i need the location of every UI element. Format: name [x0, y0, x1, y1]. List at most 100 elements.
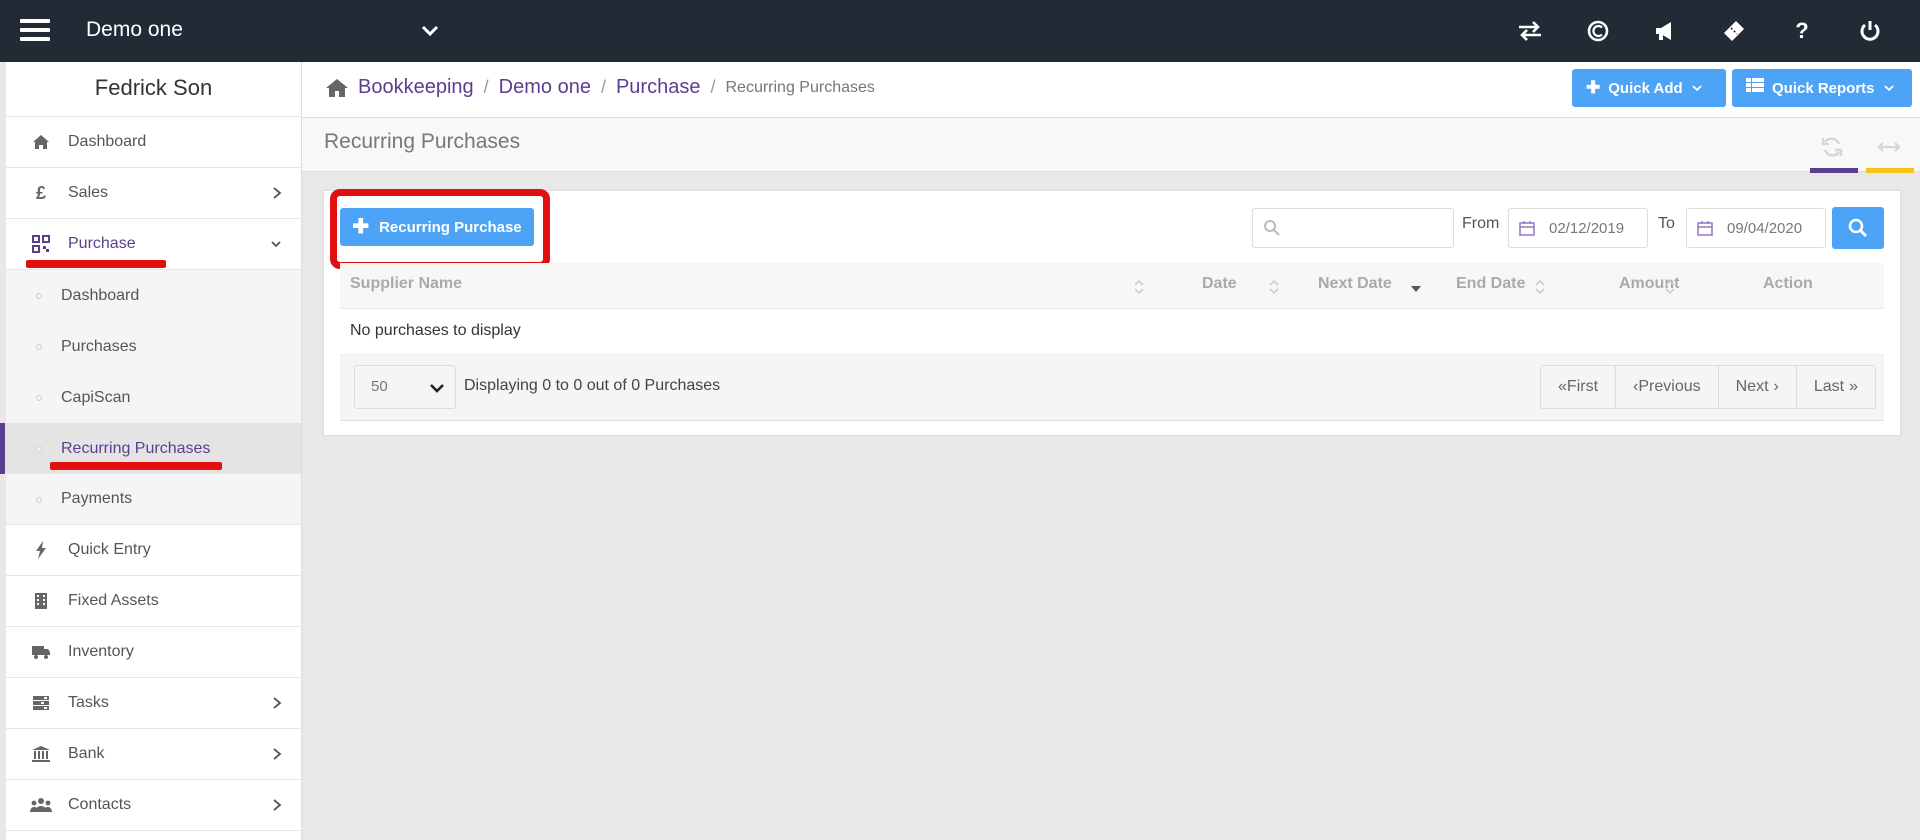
chevron-right-icon [273, 799, 282, 811]
breadcrumb-separator: / [483, 77, 489, 97]
users-icon [28, 797, 54, 813]
accent-bar-yellow [1866, 168, 1914, 173]
hamburger-menu-icon[interactable] [20, 19, 50, 43]
sidebar-item-quick-entry[interactable]: Quick Entry [6, 525, 301, 576]
calendar-icon [1519, 221, 1535, 236]
pagination-next-button[interactable]: Next › [1719, 366, 1797, 408]
breadcrumb-separator: / [600, 77, 606, 97]
pagination: «First ‹ Previous Next › Last» [1540, 365, 1876, 409]
column-date[interactable]: Date [1202, 275, 1237, 293]
sidebar-subitem-capiscan[interactable]: CapiScan [6, 372, 301, 423]
sort-icon[interactable] [1664, 277, 1676, 297]
pagination-last-button[interactable]: Last» [1797, 366, 1875, 408]
last-label: Last [1813, 378, 1845, 395]
quick-reports-label: Quick Reports [1772, 79, 1875, 97]
transfer-icon[interactable] [1496, 14, 1564, 48]
table-header: Supplier Name Date Next Date End Date Am… [340, 263, 1884, 309]
tasks-icon [28, 695, 54, 711]
column-end-date[interactable]: End Date [1456, 275, 1525, 293]
calendar-icon [1697, 221, 1713, 236]
sidebar-subitem-label: Dashboard [61, 286, 140, 304]
sidebar-item-label: Bank [68, 745, 105, 762]
sidebar-item-label: Inventory [68, 643, 134, 660]
sidebar-item-fixed-assets[interactable]: Fixed Assets [6, 576, 301, 627]
double-chevron-right-icon: » [1849, 378, 1858, 395]
sidebar-item-inventory[interactable]: Inventory [6, 627, 301, 678]
from-date-input[interactable]: 02/12/2019 [1508, 208, 1648, 248]
to-date-input[interactable]: 09/04/2020 [1686, 208, 1826, 248]
search-input[interactable] [1252, 208, 1454, 248]
help-icon[interactable]: ? [1768, 14, 1836, 48]
bullet-icon [36, 293, 42, 299]
table-icon [1746, 78, 1764, 98]
sort-icon[interactable] [1534, 277, 1546, 297]
bullet-icon [36, 395, 42, 401]
page-header: Recurring Purchases [302, 118, 1920, 173]
column-action: Action [1763, 275, 1813, 292]
sidebar-item-label: Quick Entry [68, 541, 151, 558]
pagination-previous-button[interactable]: ‹ Previous [1616, 366, 1719, 408]
megaphone-icon[interactable] [1632, 14, 1700, 48]
first-label: First [1566, 378, 1599, 395]
to-date-value: 09/04/2020 [1727, 219, 1803, 237]
pound-icon: £ [35, 182, 46, 203]
sidebar: Fedrick Son Dashboard £ Sales Purchase D… [0, 62, 302, 840]
home-icon[interactable] [324, 77, 350, 99]
chevron-right-icon [273, 748, 282, 760]
sidebar-item-label: Fixed Assets [68, 592, 159, 609]
expand-icon[interactable] [1866, 132, 1912, 162]
truck-icon [28, 644, 54, 660]
chevron-down-icon[interactable] [418, 20, 442, 42]
recurring-purchases-panel: ✚ Recurring Purchase From 02/12/2019 To … [323, 189, 1901, 436]
sidebar-item-dashboard[interactable]: Dashboard [6, 117, 301, 168]
qr-icon [28, 235, 54, 253]
to-label: To [1658, 215, 1675, 232]
breadcrumb-separator: / [710, 77, 716, 97]
annotation-underline-recurring [50, 462, 222, 470]
sidebar-subitem-label: Purchases [61, 337, 137, 355]
sidebar-item-contacts[interactable]: Contacts [6, 780, 301, 831]
breadcrumb-company[interactable]: Demo one [499, 76, 591, 99]
bullet-icon [36, 344, 42, 350]
company-name[interactable]: Demo one [86, 18, 183, 42]
bullet-icon [36, 446, 42, 452]
page-size-select[interactable]: 50 [354, 365, 456, 409]
sidebar-item-label: Tasks [68, 694, 109, 711]
sidebar-subitem-purchases[interactable]: Purchases [6, 321, 301, 372]
user-name: Fedrick Son [6, 62, 301, 117]
pagination-first-button[interactable]: «First [1541, 366, 1617, 408]
power-icon[interactable] [1836, 14, 1904, 48]
sidebar-subitem-dashboard[interactable]: Dashboard [6, 270, 301, 321]
quick-add-button[interactable]: ✚ Quick Add [1572, 69, 1726, 107]
quick-add-label: Quick Add [1608, 79, 1683, 97]
ticket-icon[interactable] [1700, 14, 1768, 48]
breadcrumb-bar: Bookkeeping / Demo one / Purchase / Recu… [302, 62, 1920, 118]
breadcrumb-purchase[interactable]: Purchase [616, 76, 701, 99]
display-summary: Displaying 0 to 0 out of 0 Purchases [464, 377, 721, 394]
breadcrumb-current: Recurring Purchases [725, 78, 875, 96]
top-bar: Demo one ? [0, 0, 1920, 62]
quick-reports-button[interactable]: Quick Reports [1732, 69, 1912, 107]
bolt-icon [28, 541, 54, 559]
search-icon [1264, 220, 1280, 236]
sort-desc-icon[interactable] [1410, 277, 1422, 297]
sidebar-item-sales[interactable]: £ Sales [6, 168, 301, 219]
sort-icon[interactable] [1133, 277, 1145, 297]
sort-icon[interactable] [1268, 277, 1280, 297]
annotation-highlight-box [330, 189, 550, 269]
breadcrumb-bookkeeping[interactable]: Bookkeeping [358, 76, 474, 99]
sidebar-item-tasks[interactable]: Tasks [6, 678, 301, 729]
sidebar-subitem-label: CapiScan [61, 388, 131, 406]
capium-logo-icon[interactable] [1564, 14, 1632, 48]
column-next-date[interactable]: Next Date [1318, 275, 1392, 293]
sidebar-item-bank[interactable]: Bank [6, 729, 301, 780]
plus-icon: ✚ [1586, 78, 1601, 97]
refresh-icon[interactable] [1809, 132, 1855, 162]
sidebar-subitem-payments[interactable]: Payments [6, 474, 301, 525]
column-supplier-name[interactable]: Supplier Name [350, 275, 462, 293]
sidebar-subitem-label: Payments [61, 490, 133, 507]
sidebar-item-label: Purchase [68, 235, 136, 252]
search-button[interactable] [1832, 207, 1884, 249]
from-label: From [1462, 215, 1500, 232]
table-footer: 50 Displaying 0 to 0 out of 0 Purchases … [340, 355, 1884, 421]
